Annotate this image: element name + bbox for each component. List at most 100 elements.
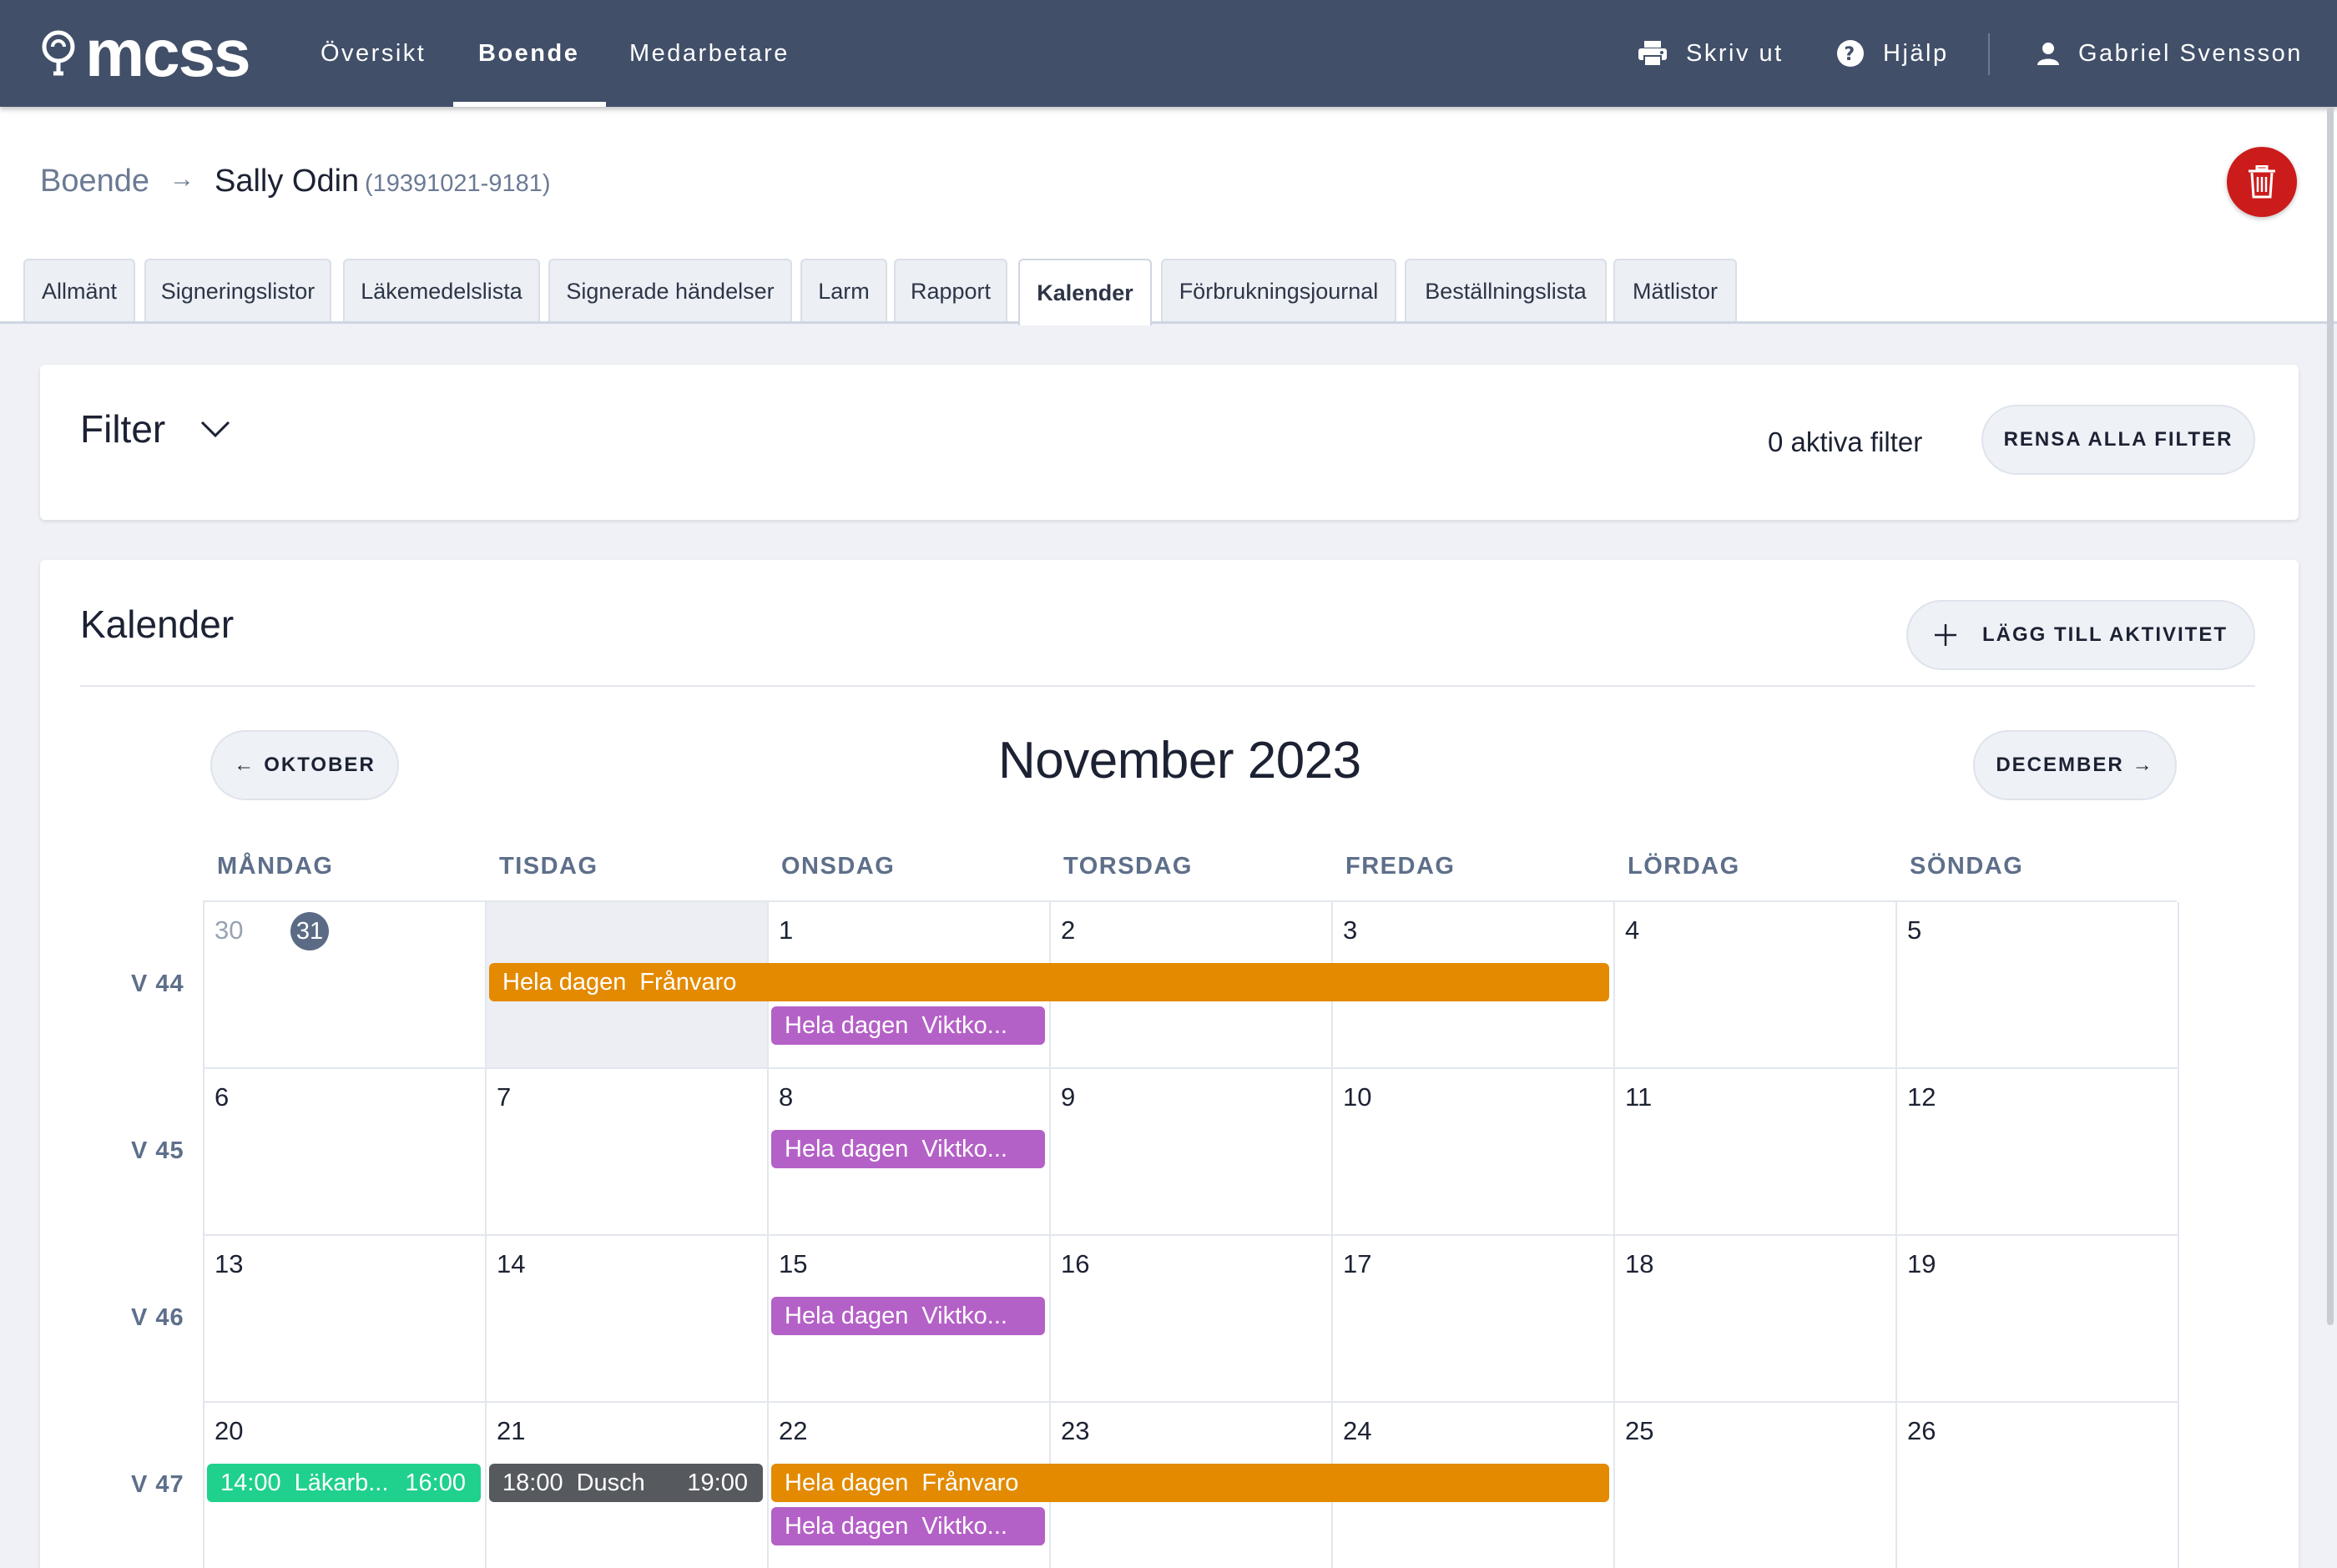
day-cell[interactable]: 13 [204,1236,487,1403]
resident-name: Sally Odin [215,164,360,199]
day-cell[interactable]: 19 [1897,1236,2179,1403]
day-cell[interactable]: 9 [1051,1069,1333,1236]
event-franvaro[interactable]: Hela dagen Frånvaro [489,963,1609,1001]
page-scrollbar[interactable] [2327,107,2334,1325]
event-title: Viktko... [921,1512,1007,1540]
chevron-down-icon[interactable] [200,420,230,438]
day-cell[interactable]: 30 [204,902,487,1069]
day-cell[interactable]: 5 [1897,902,2179,1069]
event-time: Hela dagen [785,1135,909,1162]
day-cell[interactable]: 11 [1615,1069,1897,1236]
event-time: 14:00 [220,1469,281,1496]
tab-kalender[interactable]: Kalender [1018,259,1152,325]
day-cell[interactable]: 4 [1615,902,1897,1069]
day-number: 18 [1625,1249,1654,1278]
tab-bestallningslista[interactable]: Beställningslista [1405,259,1607,322]
day-number: 4 [1625,915,1640,945]
nav-oversikt[interactable]: Översikt [321,0,426,107]
day-cell[interactable]: 7 [487,1069,769,1236]
add-activity-button[interactable]: LÄGG TILL AKTIVITET [1906,600,2255,670]
day-number: 17 [1343,1249,1372,1278]
day-number: 25 [1625,1416,1654,1445]
event-title: Viktko... [921,1135,1007,1162]
prev-month-button[interactable]: ← OKTOBER [210,730,399,800]
day-number: 12 [1907,1082,1936,1112]
tab-matlistor[interactable]: Mätlistor [1613,259,1737,322]
help-button[interactable]: ? Hjälp [1836,0,1949,107]
prev-month-label: OKTOBER [264,754,376,776]
nav-medarbetare[interactable]: Medarbetare [629,0,790,107]
arrow-right-icon: → [2132,754,2154,776]
next-month-button[interactable]: DECEMBER → [1973,730,2177,800]
day-number: 3 [1343,915,1358,945]
tab-signerade-handelser[interactable]: Signerade händelser [548,259,792,322]
printer-icon [1638,41,1667,67]
day-number: 16 [1061,1249,1090,1278]
tab-larm[interactable]: Larm [800,259,887,322]
month-title: November 2023 [998,732,1361,789]
day-number: 15 [779,1249,808,1278]
day-cell[interactable]: 12 [1897,1069,2179,1236]
weekday-header: MÅNDAG [217,853,334,880]
tab-lakemedelslista[interactable]: Läkemedelslista [343,259,540,322]
tab-rapport[interactable]: Rapport [894,259,1007,322]
calendar-header-divider [80,685,2255,687]
day-cell[interactable]: 14 [487,1236,769,1403]
day-number: 10 [1343,1082,1372,1112]
day-number: 1 [779,915,794,945]
nav-boende[interactable]: Boende [452,0,607,107]
event-franvaro[interactable]: Hela dagen Frånvaro [771,1464,1609,1502]
event-viktkontroll[interactable]: Hela dagen Viktko... [771,1006,1045,1045]
tab-allmant[interactable]: Allmänt [23,259,135,322]
week-number-label: V 44 [131,971,184,997]
day-cell[interactable]: 16 [1051,1236,1333,1403]
clear-filters-button[interactable]: RENSA ALLA FILTER [1981,405,2255,475]
day-cell[interactable]: 17 [1333,1236,1615,1403]
weekday-header: TISDAG [499,853,598,880]
event-title: Dusch [576,1469,645,1496]
event-viktkontroll[interactable]: Hela dagen Viktko... [771,1130,1045,1168]
day-cell[interactable]: 25 [1615,1403,1897,1568]
navbar-divider [1988,33,1990,75]
print-button[interactable]: Skriv ut [1638,0,1784,107]
tab-forbrukningsjournal[interactable]: Förbrukningsjournal [1161,259,1396,322]
day-cell[interactable]: 6 [204,1069,487,1236]
event-end-time: 16:00 [405,1469,466,1496]
event-time: Hela dagen [785,1512,909,1540]
add-activity-label: LÄGG TILL AKTIVITET [1982,623,2228,646]
day-number: 22 [779,1416,808,1445]
help-circle-icon: ? [1837,40,1864,67]
event-time: Hela dagen [785,1469,909,1496]
trash-icon [2249,165,2275,199]
delete-button[interactable] [2227,147,2297,217]
week-number-label: V 45 [131,1137,184,1164]
tab-signeringslistor[interactable]: Signeringslistor [144,259,331,322]
event-viktkontroll[interactable]: Hela dagen Viktko... [771,1507,1045,1545]
day-number: 23 [1061,1416,1090,1445]
event-viktkontroll[interactable]: Hela dagen Viktko... [771,1297,1045,1335]
user-icon [2037,43,2059,65]
plus-icon [1935,624,1956,646]
event-dusch[interactable]: 18:00 Dusch 19:00 [489,1464,763,1502]
day-number: 19 [1907,1249,1936,1278]
day-cell[interactable]: 10 [1333,1069,1615,1236]
help-label: Hjälp [1883,39,1949,67]
arrow-left-icon: ← [234,754,256,776]
day-number: 2 [1061,915,1076,945]
event-lakarbesok[interactable]: 14:00 Läkarb... 16:00 [207,1464,481,1502]
next-month-label: DECEMBER [1996,754,2124,776]
weekday-header: TORSDAG [1063,853,1193,880]
breadcrumb-root-link[interactable]: Boende [40,164,149,199]
day-number: 7 [497,1082,512,1112]
weekday-header: LÖRDAG [1628,853,1740,880]
day-number: 9 [1061,1082,1076,1112]
day-cell[interactable]: 18 [1615,1236,1897,1403]
mcss-logo[interactable]: mcss [40,20,251,87]
user-menu[interactable]: Gabriel Svensson [2037,0,2303,107]
print-label: Skriv ut [1686,39,1784,67]
day-number: 6 [215,1082,230,1112]
filter-title[interactable]: Filter [80,406,165,451]
day-cell[interactable]: 26 [1897,1403,2179,1568]
day-number: 8 [779,1082,794,1112]
user-name: Gabriel Svensson [2078,39,2303,67]
